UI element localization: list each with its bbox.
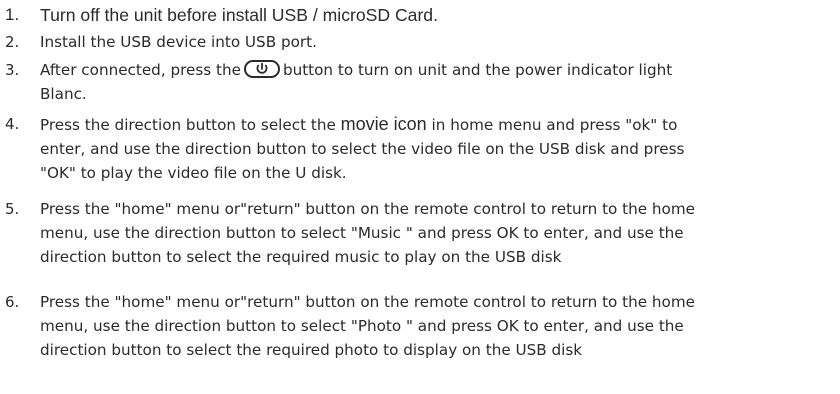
- step-line: Press the direction button to select the…: [40, 112, 836, 137]
- step-line: menu, use the direction button to select…: [40, 224, 684, 242]
- step-line: direction button to select the required …: [40, 248, 562, 266]
- step-text: After connected, press the button to turn…: [40, 58, 836, 106]
- step-text: Turn off the unit before install USB / m…: [40, 5, 438, 25]
- movie-icon-label: movie icon: [340, 114, 427, 134]
- instruction-document: 1. Turn off the unit before install USB …: [0, 0, 840, 394]
- step-text: Press the "home" menu or"return" button …: [40, 197, 836, 269]
- step-text: Press the direction button to select the…: [40, 112, 836, 185]
- step-line: menu, use the direction button to select…: [40, 317, 684, 335]
- step-text-before-icon: After connected, press the: [40, 61, 241, 79]
- step-number: 5.: [5, 200, 20, 218]
- step-line: enter, and use the direction button to s…: [40, 140, 685, 158]
- step-number: 2.: [5, 33, 20, 51]
- step-line: Press the "home" menu or"return" button …: [40, 293, 695, 311]
- step-text-part: in home menu and press "ok" to: [431, 116, 678, 134]
- step-line: Blanc.: [40, 85, 87, 103]
- step-text: Install the USB device into USB port.: [40, 33, 317, 51]
- step-text: Press the "home" menu or"return" button …: [40, 290, 836, 362]
- step-text-part: Press the direction button to select the: [40, 116, 336, 134]
- step-number: 3.: [5, 61, 20, 79]
- step-number: 4.: [5, 115, 20, 133]
- step-text-after-icon: button to turn on unit and the power ind…: [282, 61, 673, 79]
- power-icon: [243, 60, 280, 78]
- step-line: After connected, press the button to turn…: [40, 58, 836, 82]
- step-line: direction button to select the required …: [40, 341, 583, 359]
- step-number: 1.: [5, 5, 20, 24]
- step-line: "OK" to play the video file on the U dis…: [40, 164, 347, 182]
- step-line: Press the "home" menu or"return" button …: [40, 200, 695, 218]
- step-number: 6.: [5, 293, 20, 311]
